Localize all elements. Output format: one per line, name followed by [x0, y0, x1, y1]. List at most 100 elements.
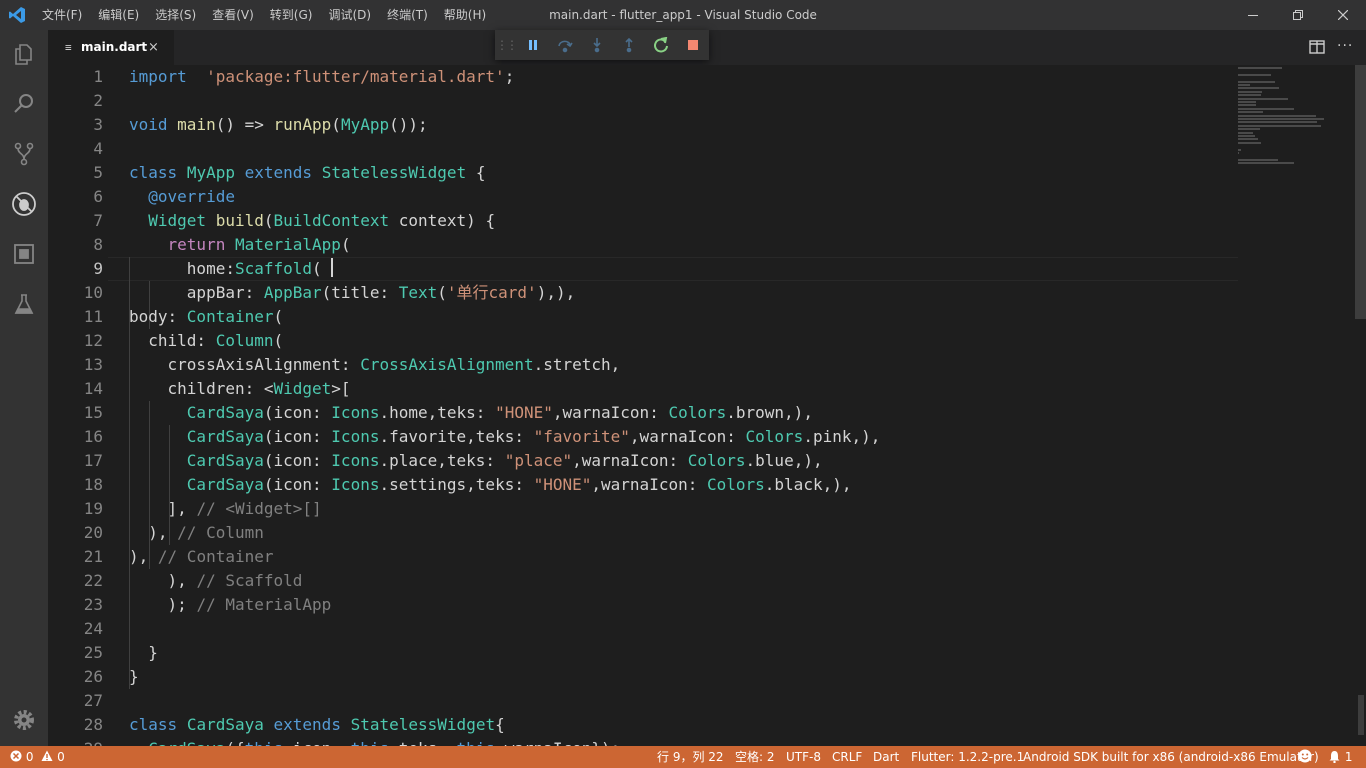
- code-text: Widget build(BuildContext context) {: [148, 211, 496, 230]
- tab-label: main.dart: [81, 40, 148, 54]
- restore-button[interactable]: [1275, 0, 1321, 30]
- flutter-version[interactable]: Flutter: 1.2.2-pre.1: [911, 746, 1024, 768]
- close-window-button[interactable]: [1320, 0, 1366, 30]
- minimap-line: [1238, 152, 1240, 154]
- language-mode[interactable]: Dart: [873, 746, 899, 768]
- code-line[interactable]: 5 class MyApp extends StatelessWidget {: [48, 161, 1238, 185]
- feedback-button[interactable]: [1298, 746, 1312, 768]
- menu-help[interactable]: 帮助(H): [436, 0, 494, 30]
- code-line[interactable]: 7 Widget build(BuildContext context) {: [48, 209, 1238, 233]
- line-number: 12: [83, 331, 103, 350]
- encoding-setting[interactable]: UTF-8: [786, 746, 821, 768]
- scrollbar-thumb[interactable]: [1355, 65, 1366, 319]
- notifications-button[interactable]: 1: [1328, 746, 1352, 768]
- code-line[interactable]: 6 @override: [48, 185, 1238, 209]
- line-number: 6: [93, 187, 103, 206]
- line-number: 8: [93, 235, 103, 254]
- code-line[interactable]: 21), // Container: [48, 545, 1238, 569]
- line-number: 7: [93, 211, 103, 230]
- search-icon: [14, 94, 33, 113]
- code-line[interactable]: 20 ), // Column: [48, 521, 1238, 545]
- code-line[interactable]: 18 CardSaya(icon: Icons.settings,teks: "…: [48, 473, 1238, 497]
- code-line[interactable]: 16 CardSaya(icon: Icons.favorite,teks: "…: [48, 425, 1238, 449]
- menu-go[interactable]: 转到(G): [262, 0, 321, 30]
- code-line[interactable]: 29 CardSaya({this.icon, this.teks, this.…: [48, 737, 1238, 746]
- title-bar: 文件(F) 编辑(E) 选择(S) 查看(V) 转到(G) 调试(D) 终端(T…: [0, 0, 1366, 30]
- code-line[interactable]: 1 import 'package:flutter/material.dart';: [48, 65, 1238, 89]
- code-line[interactable]: 28 class CardSaya extends StatelessWidget…: [48, 713, 1238, 737]
- extensions-button[interactable]: [0, 230, 48, 278]
- minimap[interactable]: [1238, 65, 1354, 746]
- step-over-icon: [558, 40, 573, 53]
- minimize-button[interactable]: [1230, 0, 1276, 30]
- code-line[interactable]: 4: [48, 137, 1238, 161]
- line-number: 10: [83, 283, 103, 302]
- code-line[interactable]: 8 return MaterialApp(: [48, 233, 1238, 257]
- code-line[interactable]: 9 home:Scaffold(: [48, 257, 1238, 281]
- code-line[interactable]: 24: [48, 617, 1238, 641]
- device-selector[interactable]: Android SDK built for x86 (android-x86 E…: [1023, 746, 1319, 768]
- minimize-icon: [1248, 15, 1258, 16]
- menu-debug[interactable]: 调试(D): [320, 0, 379, 30]
- code-line[interactable]: 22 ), // Scaffold: [48, 569, 1238, 593]
- code-line[interactable]: 19 ], // <Widget>[]: [48, 497, 1238, 521]
- tab-main-dart[interactable]: ≡ main.dart ×: [48, 30, 174, 65]
- search-button[interactable]: [0, 80, 48, 128]
- line-number: 4: [93, 139, 103, 158]
- cursor-position[interactable]: 行 9，列 22: [657, 746, 724, 768]
- debug-icon: [12, 192, 36, 216]
- drag-handle-icon[interactable]: ⋮⋮: [495, 30, 518, 60]
- step-out-icon: [625, 37, 633, 53]
- step-out-button[interactable]: [613, 30, 645, 60]
- menu-edit[interactable]: 编辑(E): [90, 0, 147, 30]
- code-editor[interactable]: 1 import 'package:flutter/material.dart';…: [48, 65, 1366, 746]
- code-line[interactable]: 12 child: Column(: [48, 329, 1238, 353]
- vscode-logo-icon: [9, 7, 25, 23]
- line-number: 24: [83, 619, 103, 638]
- line-number: 27: [83, 691, 103, 710]
- restart-button[interactable]: [645, 30, 677, 60]
- code-text: child: Column(: [129, 331, 284, 350]
- menu-file[interactable]: 文件(F): [34, 0, 90, 30]
- problems-indicator[interactable]: 0 0: [10, 746, 65, 768]
- stop-button[interactable]: [677, 30, 709, 60]
- source-control-button[interactable]: [0, 130, 48, 178]
- menu-terminal[interactable]: 终端(T): [379, 0, 436, 30]
- eol-setting[interactable]: CRLF: [832, 746, 862, 768]
- code-line[interactable]: 14 children: <Widget>[: [48, 377, 1238, 401]
- indentation-setting[interactable]: 空格: 2: [735, 746, 775, 768]
- line-number: 28: [83, 715, 103, 734]
- menu-selection[interactable]: 选择(S): [147, 0, 204, 30]
- minimap-line: [1238, 84, 1251, 86]
- debug-button[interactable]: [0, 180, 48, 228]
- code-line[interactable]: 23 ); // MaterialApp: [48, 593, 1238, 617]
- step-into-button[interactable]: [581, 30, 613, 60]
- code-line[interactable]: 3 void main() => runApp(MyApp());: [48, 113, 1238, 137]
- explorer-button[interactable]: [0, 30, 48, 78]
- code-line[interactable]: 27: [48, 689, 1238, 713]
- test-button[interactable]: [0, 280, 48, 328]
- pause-icon: [529, 40, 537, 50]
- code-line[interactable]: 10 appBar: AppBar(title: Text('单行card'),…: [48, 281, 1238, 305]
- code-line[interactable]: 15 CardSaya(icon: Icons.home,teks: "HONE…: [48, 401, 1238, 425]
- more-actions-icon[interactable]: ···: [1337, 38, 1353, 54]
- settings-button[interactable]: [0, 696, 48, 744]
- tab-close-icon[interactable]: ×: [148, 30, 159, 65]
- code-text: void main() => runApp(MyApp());: [129, 115, 428, 134]
- code-line[interactable]: 13 crossAxisAlignment: CrossAxisAlignmen…: [48, 353, 1238, 377]
- menu-view[interactable]: 查看(V): [204, 0, 262, 30]
- minimap-line: [1238, 73, 1271, 76]
- code-text: CardSaya({this.icon, this.teks, this.war…: [129, 737, 620, 746]
- code-line[interactable]: 17 CardSaya(icon: Icons.place,teks: "pla…: [48, 449, 1238, 473]
- code-line[interactable]: 11 body: Container(: [48, 305, 1238, 329]
- code-line[interactable]: 2: [48, 89, 1238, 113]
- code-line[interactable]: 26}: [48, 665, 1238, 689]
- pause-button[interactable]: [517, 30, 549, 60]
- code-line[interactable]: 25 }: [48, 641, 1238, 665]
- scrollbar-marker: [1358, 695, 1364, 735]
- step-over-button[interactable]: [549, 30, 581, 60]
- split-editor-icon[interactable]: [1309, 39, 1325, 55]
- code-text: CardSaya(icon: Icons.favorite,teks: "fav…: [186, 427, 881, 446]
- error-icon: [10, 750, 22, 762]
- code-text: body: Container(: [129, 307, 284, 326]
